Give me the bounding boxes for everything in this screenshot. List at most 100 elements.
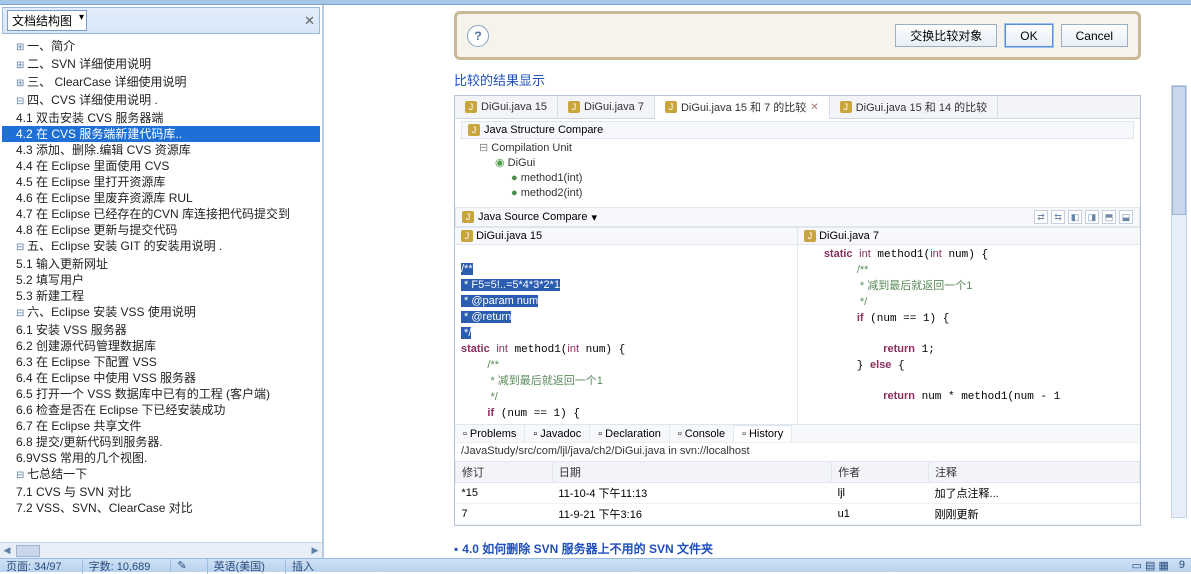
bottom-tab[interactable]: ▫Console [670, 425, 734, 442]
tab-icon: ▫ [463, 428, 467, 440]
outline-node[interactable]: 一、简介 [2, 38, 320, 56]
status-page: 页面: 34/97 [6, 558, 62, 574]
diff-left-pane[interactable]: J DiGui.java 15 /** * F5=5!..=5*4*3*2*1 … [455, 228, 798, 424]
table-row[interactable]: 711-9-21 下午3:16u1刚刚更新 [456, 504, 1140, 525]
col-comment[interactable]: 注释 [929, 462, 1140, 483]
view-icons[interactable]: ▭ ▤ ▦ [1132, 559, 1169, 572]
table-row[interactable]: *1511-10-4 下午11:13ljl加了点注释... [456, 483, 1140, 504]
tool-icon[interactable]: ◧ [1068, 210, 1082, 224]
outline-leaf[interactable]: 6.1 安装 VSS 服务器 [2, 322, 320, 338]
sidebar-hscroll[interactable]: ◀ ▶ [0, 542, 322, 558]
tool-icon[interactable]: ◨ [1085, 210, 1099, 224]
outline-node[interactable]: 三、 ClearCase 详细使用说明 [2, 74, 320, 92]
history-path: /JavaStudy/src/com/ljl/java/ch2/DiGui.ja… [455, 442, 1140, 461]
compare-dialog: ? 交换比较对象 OK Cancel [454, 11, 1141, 60]
tool-icon[interactable]: ⇆ [1051, 210, 1065, 224]
tool-icon[interactable]: ⬓ [1119, 210, 1133, 224]
tab-icon: ▫ [533, 428, 537, 440]
bottom-tab[interactable]: ▫Declaration [590, 425, 670, 442]
compare-result-heading: 比较的结果显示 [454, 70, 1141, 89]
bottom-tab[interactable]: ▫Javadoc [525, 425, 590, 442]
outline-leaf[interactable]: 6.4 在 Eclipse 中使用 VSS 服务器 [2, 370, 320, 386]
swap-compare-button[interactable]: 交换比较对象 [895, 24, 997, 47]
outline-leaf[interactable]: 6.6 检查是否在 Eclipse 下已经安装成功 [2, 402, 320, 418]
editor-tab[interactable]: JDiGui.java 15 [455, 96, 558, 118]
cancel-button[interactable]: Cancel [1061, 24, 1128, 47]
outline-leaf[interactable]: 4.4 在 Eclipse 里面使用 CVS [2, 158, 320, 174]
col-date[interactable]: 日期 [552, 462, 831, 483]
outline-leaf[interactable]: 6.3 在 Eclipse 下配置 VSS [2, 354, 320, 370]
outline-leaf[interactable]: 4.2 在 CVS 服务端新建代码库.. [2, 126, 320, 142]
scroll-left-icon[interactable]: ◀ [0, 544, 14, 558]
document-content: ? 交换比较对象 OK Cancel 比较的结果显示 JDiGui.java 1… [324, 5, 1191, 558]
ok-button[interactable]: OK [1005, 24, 1052, 47]
outline-node[interactable]: 五、Eclipse 安装 GIT 的安装用说明 . [2, 238, 320, 256]
close-sidebar-icon[interactable]: ✕ [304, 13, 315, 29]
outline-leaf[interactable]: 4.5 在 Eclipse 里打开资源库 [2, 174, 320, 190]
section-link[interactable]: 4.0 如何删除 SVN 服务器上不用的 SVN 文件夹 [454, 540, 1141, 557]
outline-leaf[interactable]: 6.7 在 Eclipse 共享文件 [2, 418, 320, 434]
outline-leaf[interactable]: 7.1 CVS 与 SVN 对比 [2, 484, 320, 500]
outline-leaf[interactable]: 4.7 在 Eclipse 已经存在的CVN 库连接把代码提交到 [2, 206, 320, 222]
history-table[interactable]: 修订 日期 作者 注释 *1511-10-4 下午11:13ljl加了点注释..… [455, 461, 1140, 525]
structure-tree[interactable]: Compilation Unit DiGui method1(int) meth… [461, 139, 1134, 205]
outline-leaf[interactable]: 6.9VSS 常用的几个视图. [2, 450, 320, 466]
status-language[interactable]: 英语(美国) [207, 558, 265, 574]
sidebar-header: 文档结构图 ✕ [2, 7, 320, 34]
java-icon: J [804, 230, 816, 242]
editor-tab[interactable]: JDiGui.java 15 和 7 的比较✕ [655, 96, 830, 119]
java-icon: J [840, 101, 852, 113]
structure-compare-header[interactable]: J Java Structure Compare [461, 121, 1134, 139]
outline-leaf[interactable]: 7.2 VSS、SVN、ClearCase 对比 [2, 500, 320, 516]
outline-view-combo[interactable]: 文档结构图 [7, 10, 87, 31]
tool-icon[interactable]: ⇄ [1034, 210, 1048, 224]
status-mode: 插入 [285, 558, 314, 574]
outline-leaf[interactable]: 4.6 在 Eclipse 里废弃资源库 RUL [2, 190, 320, 206]
method-node[interactable]: method1(int) [479, 171, 1134, 186]
java-icon: J [462, 211, 474, 223]
editor-tab[interactable]: JDiGui.java 7 [558, 96, 655, 118]
status-proof-icon[interactable]: ✎ [170, 559, 186, 572]
col-revision[interactable]: 修订 [456, 462, 553, 483]
compare-toolbar: ⇄ ⇆ ◧ ◨ ⬒ ⬓ [1034, 210, 1133, 224]
bottom-view-tabs: ▫Problems▫Javadoc▫Declaration▫Console▫Hi… [455, 424, 1140, 442]
class-node[interactable]: DiGui [479, 156, 1134, 171]
outline-node[interactable]: 二、SVN 详细使用说明 [2, 56, 320, 74]
dropdown-icon[interactable]: ▾ [591, 211, 597, 224]
outline-leaf[interactable]: 6.5 打开一个 VSS 数据库中已有的工程 (客户端) [2, 386, 320, 402]
eclipse-compare-view: JDiGui.java 15JDiGui.java 7JDiGui.java 1… [454, 95, 1141, 526]
vscroll-thumb[interactable] [1172, 86, 1186, 215]
java-icon: J [665, 101, 677, 113]
outline-leaf[interactable]: 5.1 输入更新网址 [2, 256, 320, 272]
tab-icon: ▫ [598, 428, 602, 440]
col-author[interactable]: 作者 [832, 462, 929, 483]
java-icon: J [468, 124, 480, 136]
outline-node[interactable]: 七总结一下 [2, 466, 320, 484]
outline-leaf[interactable]: 4.3 添加、删除.编辑 CVS 资源库 [2, 142, 320, 158]
source-compare-header[interactable]: J Java Source Compare ▾ ⇄ ⇆ ◧ ◨ ⬒ ⬓ [455, 207, 1140, 227]
editor-tab[interactable]: JDiGui.java 15 和 14 的比较 [830, 96, 998, 118]
tab-icon: ▫ [678, 428, 682, 440]
method-node[interactable]: method2(int) [479, 186, 1134, 201]
java-icon: J [465, 101, 477, 113]
outline-leaf[interactable]: 6.8 提交/更新代码到服务器. [2, 434, 320, 450]
outline-leaf[interactable]: 5.3 新建工程 [2, 288, 320, 304]
outline-leaf[interactable]: 4.8 在 Eclipse 更新与提交代码 [2, 222, 320, 238]
scroll-right-icon[interactable]: ▶ [308, 544, 322, 558]
outline-leaf[interactable]: 6.2 创建源代码管理数据库 [2, 338, 320, 354]
outline-leaf[interactable]: 5.2 填写用户 [2, 272, 320, 288]
status-words: 字数: 10,689 [82, 558, 151, 574]
scroll-thumb[interactable] [16, 545, 40, 557]
diff-right-pane[interactable]: J DiGui.java 7 static int method1(int nu… [798, 228, 1140, 424]
close-tab-icon[interactable]: ✕ [810, 102, 818, 113]
bottom-tab[interactable]: ▫History [734, 425, 792, 442]
content-vscroll[interactable] [1171, 85, 1187, 518]
bottom-tab[interactable]: ▫Problems [455, 425, 525, 442]
zoom-value: 9 [1179, 559, 1185, 572]
document-outline-tree[interactable]: 一、简介二、SVN 详细使用说明三、 ClearCase 详细使用说明四、CVS… [0, 34, 322, 542]
outline-node[interactable]: 六、Eclipse 安装 VSS 使用说明 [2, 304, 320, 322]
outline-leaf[interactable]: 4.1 双击安装 CVS 服务器端 [2, 110, 320, 126]
compilation-unit-node[interactable]: Compilation Unit [479, 141, 1134, 156]
outline-node[interactable]: 四、CVS 详细使用说明 . [2, 92, 320, 110]
tool-icon[interactable]: ⬒ [1102, 210, 1116, 224]
